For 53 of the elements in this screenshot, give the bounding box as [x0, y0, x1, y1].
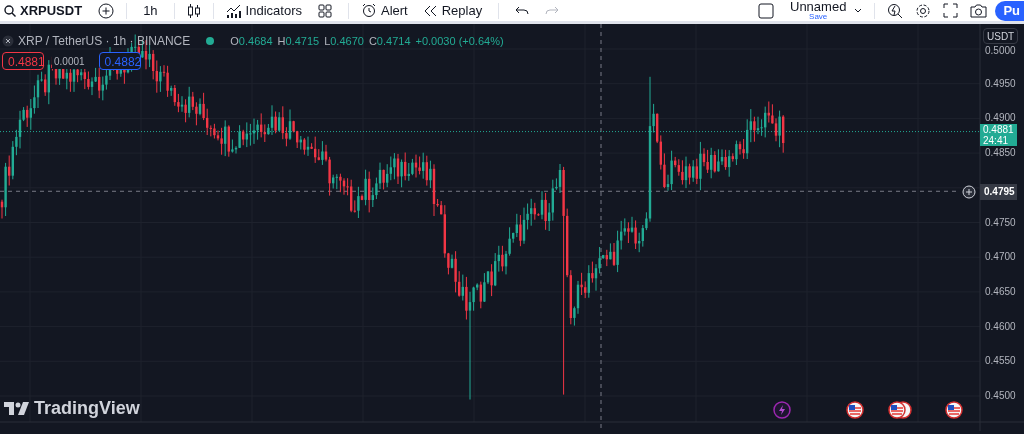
indicators-icon: [225, 2, 242, 19]
price-tick: 0.4900: [985, 112, 1016, 125]
close-icon[interactable]: [2, 35, 14, 47]
flag-event-icon[interactable]: [888, 401, 912, 419]
save-link[interactable]: Save: [809, 13, 828, 21]
alert-button[interactable]: Alert: [352, 0, 416, 21]
price-tick: 0.4500: [985, 390, 1016, 402]
add-symbol-icon[interactable]: [98, 2, 115, 19]
spread-value: 0.0001: [52, 53, 87, 69]
interval-button[interactable]: 1h: [135, 0, 166, 21]
flag-event-icon[interactable]: [846, 401, 864, 419]
camera-icon[interactable]: [970, 3, 988, 18]
fullscreen-icon[interactable]: [943, 3, 959, 18]
symbol-search[interactable]: XRPUSDT: [0, 0, 95, 21]
caret-icon[interactable]: [854, 7, 863, 14]
price-tick: 0.4550: [985, 355, 1016, 368]
brand-name: TradingView: [34, 397, 140, 420]
symbol-legend: XRP / TetherUS · 1h · BINANCE: [18, 32, 191, 50]
square-icon[interactable]: [758, 2, 774, 19]
price-tick: 0.4750: [985, 216, 1016, 229]
publish-button[interactable]: Pu: [995, 0, 1024, 21]
ohlc-value: H0.4715: [277, 33, 320, 49]
price-tick: 0.5000: [985, 45, 1016, 57]
price-tick: 0.4650: [985, 285, 1016, 298]
search-icon: [4, 4, 16, 17]
tradingview-logo-icon: [4, 402, 29, 415]
price-tick: 0.4850: [985, 147, 1016, 160]
rewind-icon: [423, 4, 438, 17]
ohlc-value: C0.4714: [368, 33, 411, 49]
status-dot-icon: [206, 37, 215, 45]
candles-icon[interactable]: [186, 2, 201, 19]
flag-event-icon[interactable]: [945, 401, 963, 419]
settings-icon[interactable]: [915, 2, 932, 19]
change-value: +0.0030 (+0.64%): [415, 33, 504, 49]
price-tick: 0.4950: [985, 77, 1016, 90]
add-alert-icon[interactable]: [961, 184, 977, 200]
price-tick: 0.4700: [985, 251, 1016, 264]
replay-button[interactable]: Replay: [415, 0, 491, 21]
crosshair-price-label: 0.4795: [980, 184, 1017, 200]
layout-name[interactable]: Unnamed: [790, 0, 847, 13]
currency-selector[interactable]: USDT: [983, 28, 1019, 44]
sell-button[interactable]: 0.4881: [2, 52, 44, 70]
undo-icon[interactable]: [515, 5, 530, 16]
indicators-button[interactable]: Indicators: [221, 0, 306, 21]
last-price-label: 0.4881 24:41: [980, 124, 1017, 146]
alarm-clock-icon: [360, 2, 377, 19]
layout-grid-icon[interactable]: [317, 3, 332, 18]
price-tick: 0.4600: [985, 320, 1016, 333]
ohlc-value: L0.4670: [324, 33, 364, 49]
lightning-event-icon[interactable]: [773, 401, 791, 419]
buy-button[interactable]: 0.4882: [98, 52, 141, 70]
lightning-search-icon[interactable]: [887, 2, 904, 19]
ohlc-value: O0.4684: [230, 33, 273, 49]
